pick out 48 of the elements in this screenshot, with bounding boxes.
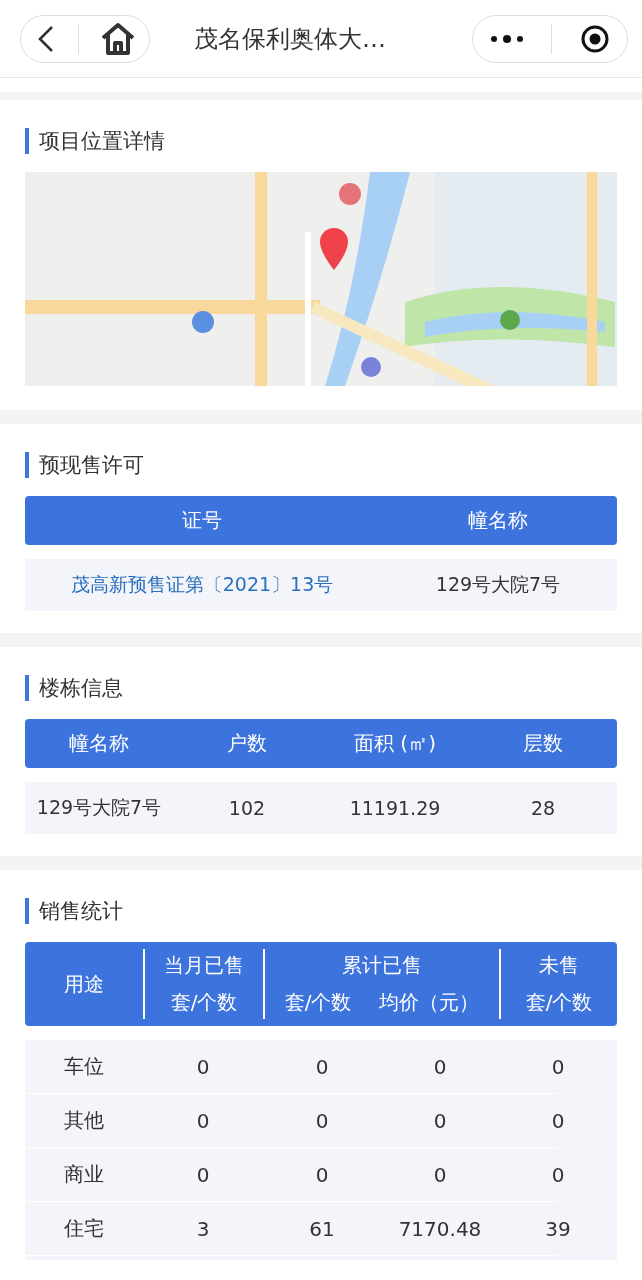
column-header: 户数	[227, 730, 267, 757]
table-cell: 住宅	[64, 1215, 104, 1242]
column-header: 套/个数	[284, 989, 352, 1016]
table-cell: 车位	[64, 1053, 104, 1080]
column-header: 套/个数	[525, 989, 593, 1016]
table-cell: 0	[196, 1108, 210, 1133]
table-cell: 11191.29	[349, 797, 441, 819]
table-cell: 7170.48	[398, 1216, 482, 1241]
column-header: 层数	[523, 730, 563, 757]
table-cell: 0	[433, 1054, 447, 1079]
section-title: 楼栋信息	[25, 675, 617, 701]
permit-link[interactable]: 茂高新预售证第〔2021〕13号	[70, 572, 334, 598]
section-title: 销售统计	[25, 898, 617, 924]
more-icon	[489, 33, 524, 44]
table-cell: 0	[551, 1108, 565, 1133]
table-cell: 0	[315, 1108, 329, 1133]
table-cell: 0	[433, 1108, 447, 1133]
table-cell-text: 129号大院7号	[435, 572, 561, 597]
column-header: 未售	[539, 952, 579, 979]
section-title: 项目位置详情	[25, 128, 617, 154]
column-header: 面积 (㎡)	[354, 730, 436, 757]
column-header: 套/个数	[170, 989, 238, 1016]
column-header: 均价（元）	[379, 989, 480, 1016]
table-cell: 0	[551, 1054, 565, 1079]
table-cell: 0	[196, 1054, 210, 1079]
page-title: 茂名保利奥体大…	[194, 23, 386, 55]
table-cell: 0	[315, 1162, 329, 1187]
table-cell: 其他	[64, 1107, 104, 1134]
column-header: 用途	[64, 970, 104, 998]
table-cell: 0	[196, 1162, 210, 1187]
target-icon	[580, 23, 611, 54]
column-header: 证号	[182, 507, 222, 534]
table-cell: 3	[196, 1216, 210, 1241]
column-header: 幢名称	[69, 730, 129, 757]
home-icon	[99, 21, 136, 56]
table-cell: 商业	[64, 1161, 104, 1188]
table-cell: 28	[530, 797, 556, 819]
table-cell: 61	[309, 1216, 335, 1241]
column-header: 累计已售	[342, 952, 422, 979]
table-cell: 0	[551, 1162, 565, 1187]
column-header: 幢名称	[468, 507, 528, 534]
column-header: 当月已售	[164, 952, 244, 979]
table-cell: 102	[228, 797, 266, 819]
section-title: 预现售许可	[25, 452, 617, 478]
table-cell: 0	[433, 1162, 447, 1187]
table-cell: 0	[315, 1054, 329, 1079]
table-cell: 39	[545, 1216, 571, 1241]
table-cell-text: 129号大院7号	[36, 795, 162, 820]
